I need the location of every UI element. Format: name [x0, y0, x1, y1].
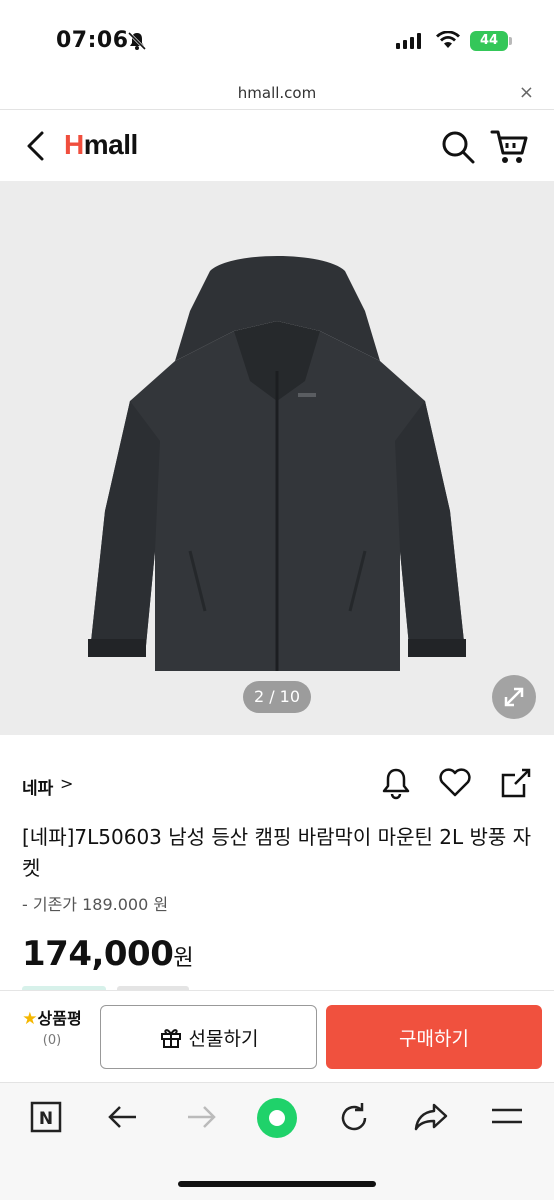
bell-icon[interactable]	[380, 766, 412, 800]
status-time: 07:06	[56, 28, 129, 53]
product-image	[88, 256, 466, 671]
star-icon: ★	[22, 1009, 38, 1029]
expand-button[interactable]	[492, 675, 536, 719]
product-title: [네파]7L50603 남성 등산 캠핑 바람막이 마운틴 2L 방풍 자켓	[22, 825, 532, 880]
brand-row: 네파 >	[0, 762, 554, 802]
price-value: 174,000	[22, 934, 174, 974]
search-icon[interactable]	[440, 129, 476, 165]
bell-slash-icon	[127, 31, 147, 51]
n-icon-text: N	[39, 1109, 53, 1129]
gift-button[interactable]: 선물하기	[100, 1005, 317, 1069]
review-button[interactable]: ★상품평 (0)	[12, 1005, 92, 1048]
record-icon[interactable]	[256, 1097, 298, 1139]
original-price: - 기존가 189.000 원	[22, 895, 169, 914]
gift-label: 선물하기	[188, 1027, 259, 1050]
arrow-left-icon[interactable]	[106, 1101, 140, 1133]
gift-icon	[160, 1029, 181, 1048]
browser-url-bar[interactable]: hmall.com ×	[0, 80, 554, 110]
battery-cap	[509, 37, 512, 45]
menu-icon[interactable]	[490, 1105, 524, 1129]
url-text[interactable]: hmall.com	[0, 84, 554, 102]
price-unit: 원	[173, 946, 194, 971]
app-header: Hmall	[0, 111, 554, 181]
status-bar: 07:06 44	[0, 0, 554, 80]
sale-price: 174,000원	[22, 934, 194, 974]
home-indicator	[178, 1181, 376, 1187]
reload-icon[interactable]	[337, 1101, 371, 1135]
browser-toolbar: N	[0, 1082, 554, 1200]
logo-h: H	[64, 129, 84, 160]
review-label: 상품평	[37, 1009, 82, 1028]
brand-link[interactable]: 네파	[22, 774, 53, 799]
share-icon[interactable]	[500, 766, 532, 800]
chevron-right-icon[interactable]: >	[60, 774, 73, 793]
logo-mall: mall	[83, 129, 139, 160]
hmall-logo[interactable]: Hmall	[64, 129, 138, 161]
review-count: (0)	[42, 1033, 62, 1048]
expand-icon	[504, 687, 524, 707]
arrow-right-icon[interactable]	[184, 1101, 218, 1133]
forward-share-icon[interactable]	[414, 1101, 448, 1133]
close-icon[interactable]: ×	[519, 82, 534, 103]
purchase-action-bar: ★상품평 (0) 선물하기 구매하기	[0, 990, 554, 1082]
product-image-gallery[interactable]: 2 / 10	[0, 181, 554, 735]
cart-icon[interactable]	[490, 127, 530, 167]
image-counter: 2 / 10	[243, 681, 311, 713]
heart-icon[interactable]	[438, 768, 472, 798]
wifi-icon	[436, 31, 460, 48]
n-icon[interactable]: N	[30, 1101, 62, 1133]
back-icon[interactable]	[22, 129, 48, 163]
buy-button[interactable]: 구매하기	[326, 1005, 542, 1069]
battery-indicator: 44	[470, 31, 508, 51]
review-label-row: ★상품평	[12, 1005, 92, 1029]
signal-icon	[396, 33, 421, 49]
